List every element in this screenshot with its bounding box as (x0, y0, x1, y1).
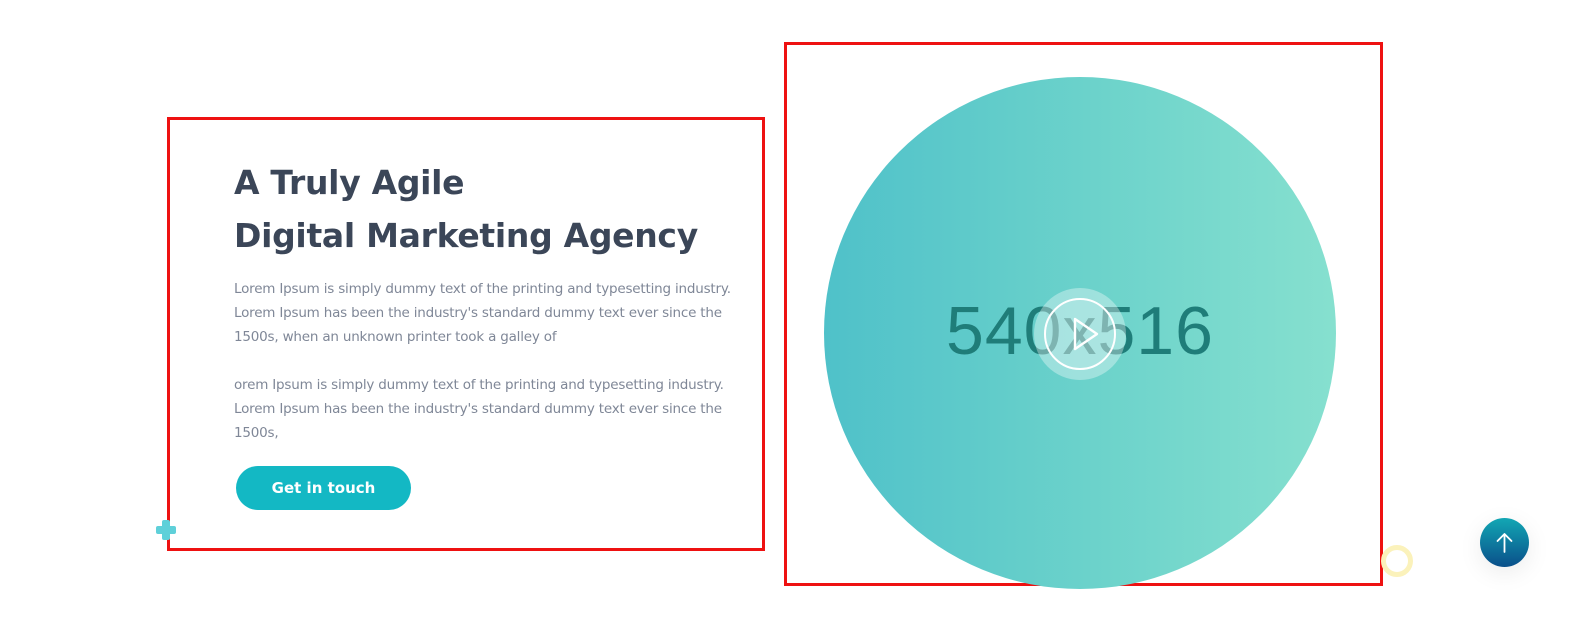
play-icon (1073, 317, 1099, 351)
play-button[interactable] (1034, 288, 1126, 380)
ring-icon (1381, 545, 1413, 577)
scroll-to-top-button[interactable] (1480, 518, 1529, 567)
hero-paragraph-2: orem Ipsum is simply dummy text of the p… (234, 373, 764, 445)
play-button-ring (1044, 298, 1116, 370)
paragraph-line: orem Ipsum is simply dummy text of the p… (234, 377, 724, 393)
paragraph-line: Lorem Ipsum is simply dummy text of the … (234, 281, 731, 297)
paragraph-line: Lorem Ipsum has been the industry's stan… (234, 401, 722, 417)
paragraph-line: Lorem Ipsum has been the industry's stan… (234, 305, 722, 321)
page: A Truly Agile Digital Marketing Agency L… (0, 0, 1582, 619)
get-in-touch-button[interactable]: Get in touch (236, 466, 411, 510)
paragraph-line: 1500s, when an unknown printer took a ga… (234, 329, 557, 345)
hero-heading-line-2: Digital Marketing Agency (234, 216, 698, 255)
paragraph-line: 1500s, (234, 425, 279, 441)
hero-paragraph-1: Lorem Ipsum is simply dummy text of the … (234, 277, 764, 349)
arrow-up-icon (1496, 533, 1513, 553)
plus-icon (156, 520, 176, 540)
hero-heading-line-1: A Truly Agile (234, 163, 465, 202)
video-thumbnail[interactable]: 540x516 (824, 77, 1336, 589)
hero-heading: A Truly Agile Digital Marketing Agency (234, 156, 698, 262)
